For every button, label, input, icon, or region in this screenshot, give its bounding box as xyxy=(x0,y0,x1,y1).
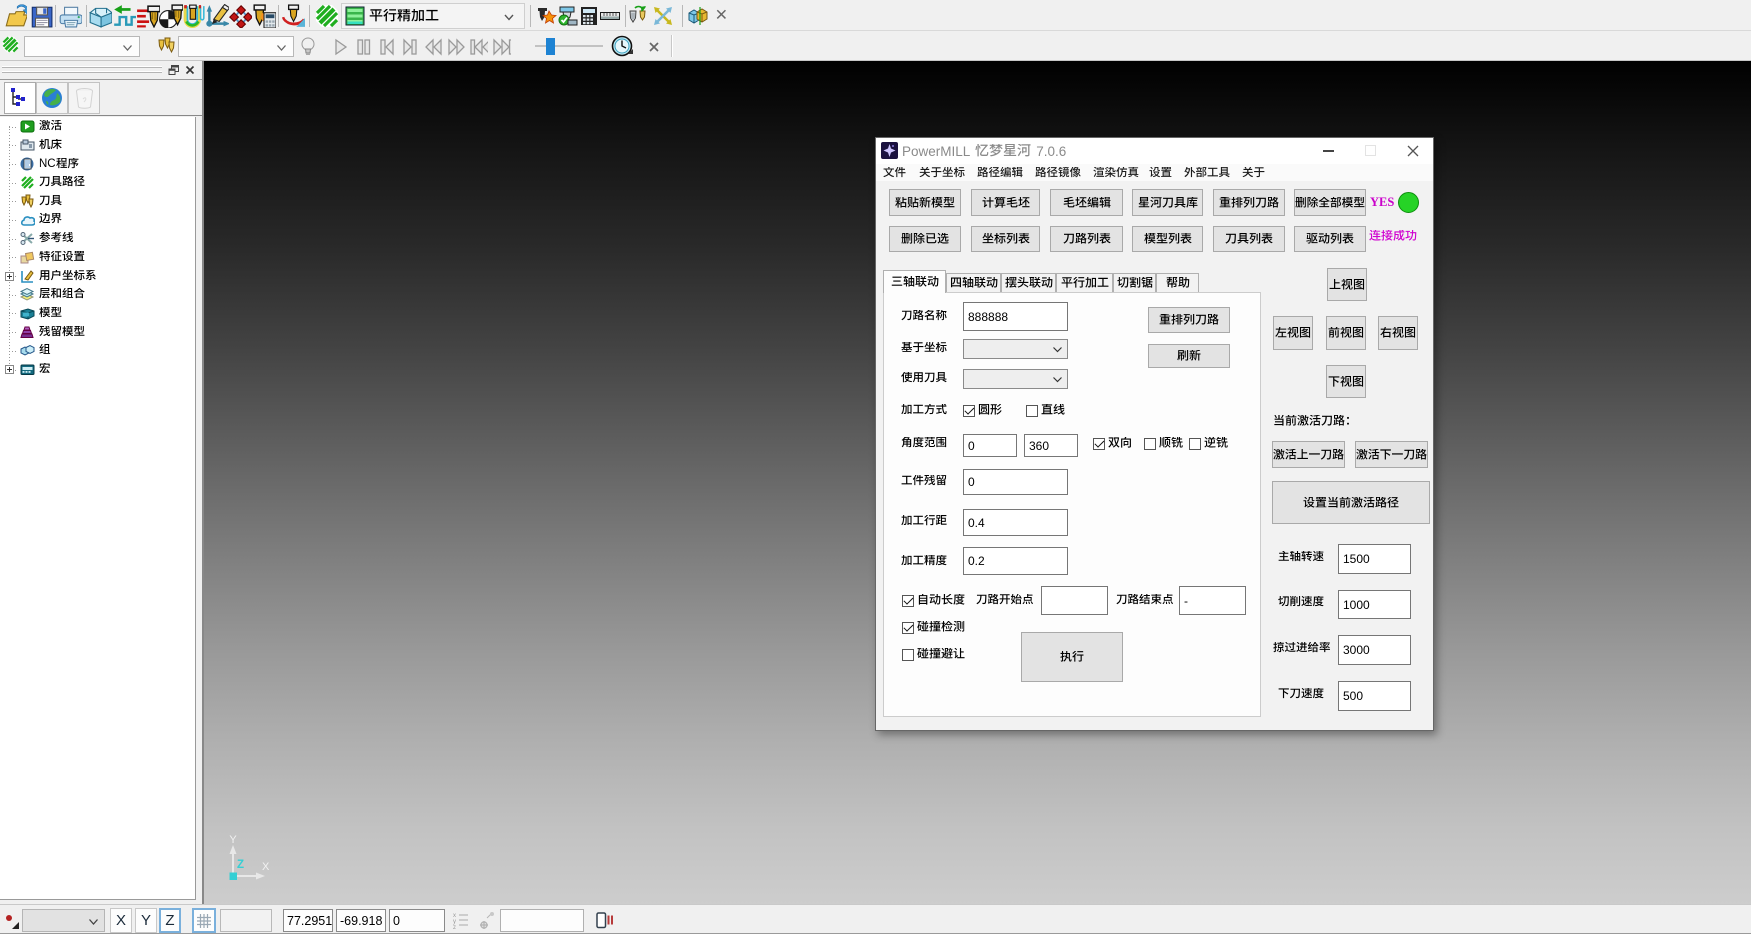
svg-text:Y: Y xyxy=(229,834,237,846)
svg-text:Z: Z xyxy=(237,859,244,871)
svg-text:X: X xyxy=(262,861,270,873)
svg-text:z: z xyxy=(453,925,456,929)
